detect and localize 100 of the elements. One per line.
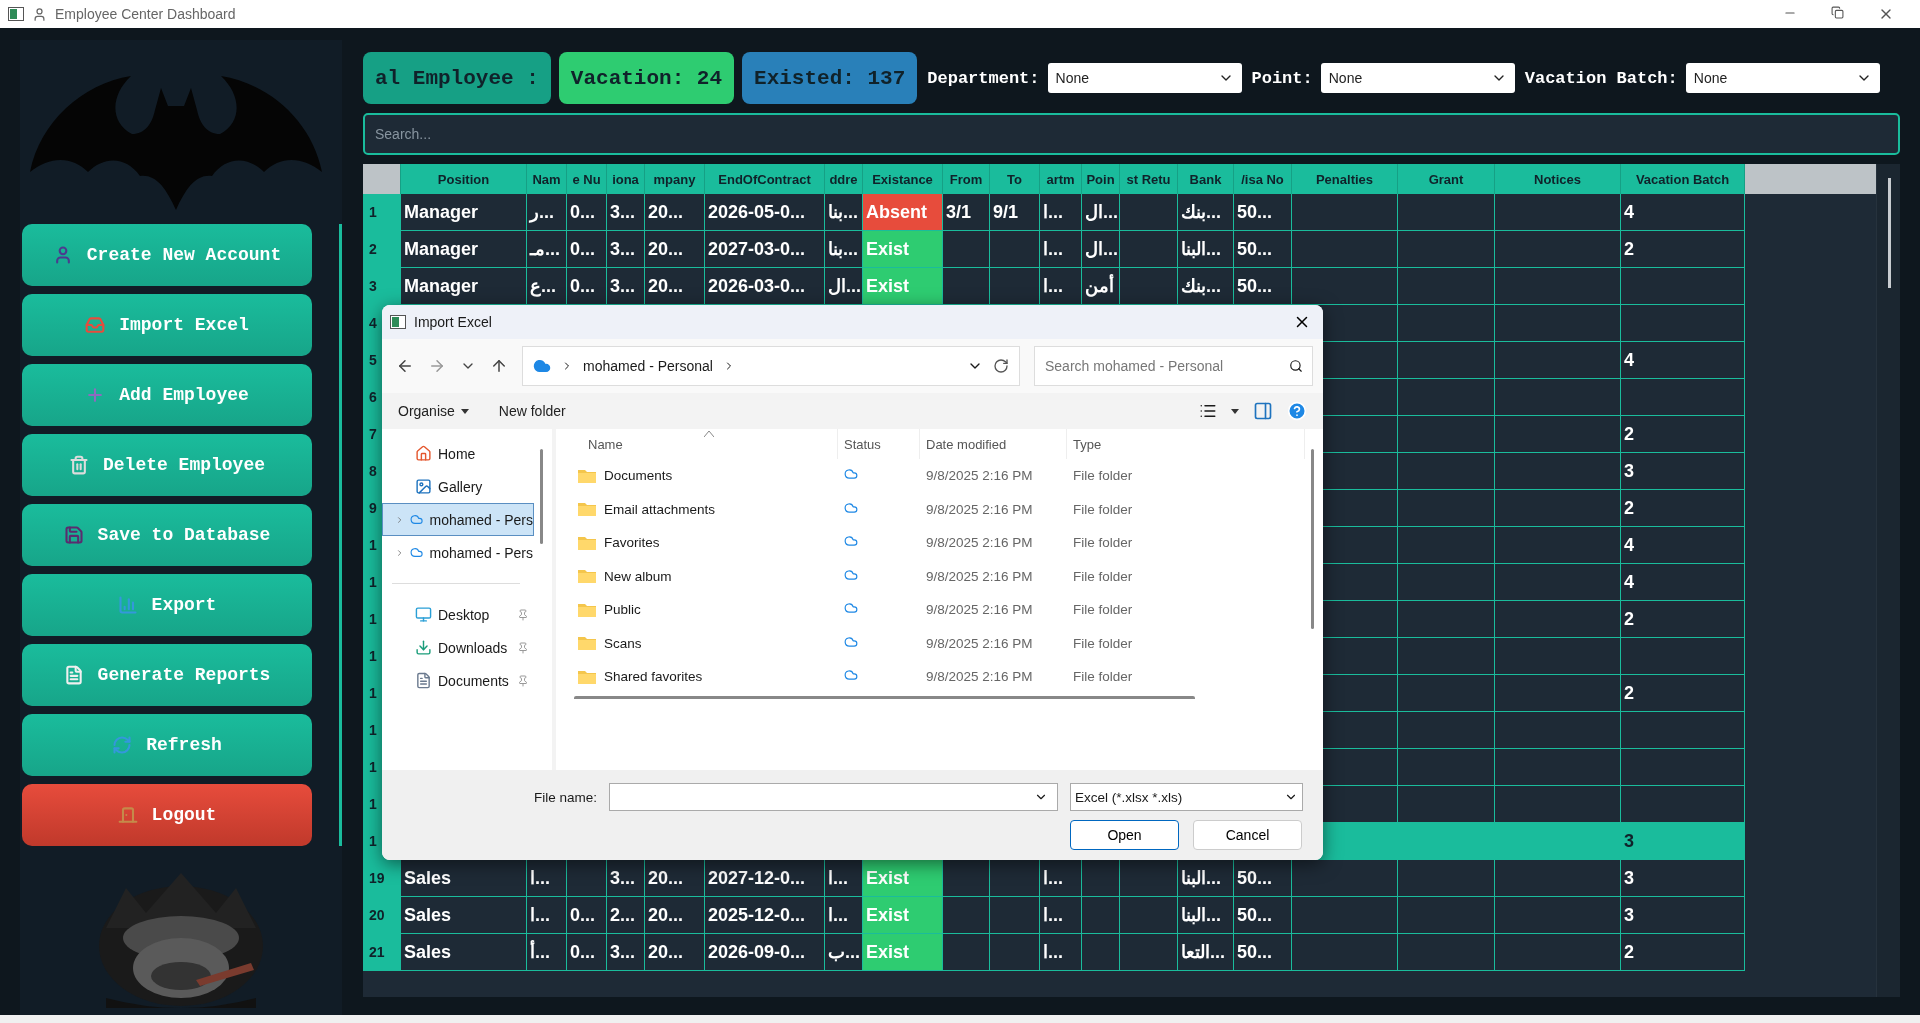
- forward-arrow-icon[interactable]: [428, 357, 446, 375]
- column-header[interactable]: Date modified: [920, 429, 1067, 459]
- search-field[interactable]: Search...: [363, 113, 1900, 155]
- column-header[interactable]: st Retu: [1120, 164, 1178, 194]
- file-row[interactable]: Shared favorites 9/8/2025 2:16 PM File folder: [556, 660, 1305, 694]
- scrollbar[interactable]: [1305, 429, 1323, 770]
- stat-card: al Employee :: [363, 52, 551, 104]
- preview-pane-icon[interactable]: [1253, 401, 1273, 421]
- file-row[interactable]: Public 9/8/2025 2:16 PM File folder: [556, 593, 1305, 627]
- folder-icon: [578, 502, 596, 517]
- table-cell: 2026-09-0...: [705, 934, 825, 971]
- column-header[interactable]: Poin: [1082, 164, 1120, 194]
- gallery-icon: [415, 478, 432, 495]
- breadcrumb-item[interactable]: mohamed - Personal: [583, 358, 713, 374]
- column-header[interactable]: artm: [1040, 164, 1082, 194]
- status-cell: Exist: [863, 860, 943, 897]
- cloud-icon: [533, 357, 551, 375]
- dialog-title: Import Excel: [414, 314, 492, 330]
- new-folder-button[interactable]: New folder: [498, 403, 566, 419]
- table-cell: 0...: [567, 897, 607, 934]
- row-header: 2: [363, 231, 401, 268]
- table-cell: 4: [1621, 342, 1745, 379]
- column-header[interactable]: Position: [401, 164, 527, 194]
- table-cell: 3...: [607, 231, 645, 268]
- scrollbar[interactable]: [1876, 164, 1900, 997]
- table-cell: ا...: [1040, 897, 1082, 934]
- file-row[interactable]: Email attachments 9/8/2025 2:16 PM File folder: [556, 492, 1305, 526]
- column-header[interactable]: Notices: [1495, 164, 1621, 194]
- caret-icon: [460, 408, 469, 414]
- table-cell: Manager: [401, 231, 527, 268]
- column-header[interactable]: Status: [838, 429, 920, 459]
- filter-dropdown[interactable]: None: [1047, 63, 1242, 93]
- table-cell: 50...: [1234, 231, 1292, 268]
- table-cell: 3: [1621, 860, 1745, 897]
- file-row[interactable]: Scans 9/8/2025 2:16 PM File folder: [556, 626, 1305, 660]
- table-cell: البنا...: [1178, 897, 1234, 934]
- row-header: 21: [363, 934, 401, 971]
- table-cell: 0...: [567, 194, 607, 231]
- column-header[interactable]: mpany: [645, 164, 705, 194]
- cancel-button[interactable]: Cancel: [1193, 820, 1302, 850]
- restore-icon[interactable]: [1831, 6, 1844, 19]
- row-header: 1: [363, 194, 401, 231]
- file-row[interactable]: Documents 9/8/2025 2:16 PM File folder: [556, 459, 1305, 493]
- row-header: 19: [363, 860, 401, 897]
- scrollbar[interactable]: [534, 429, 552, 770]
- view-list-icon[interactable]: [1199, 402, 1217, 420]
- filter-dropdown[interactable]: None: [1685, 63, 1880, 93]
- column-header[interactable]: Bank: [1178, 164, 1234, 194]
- table-cell: 2: [1621, 490, 1745, 527]
- table-cell: 0...: [567, 934, 607, 971]
- filter-label: Vacation Batch:: [1524, 68, 1678, 88]
- table-cell: ر...: [527, 194, 567, 231]
- inbox-icon: [85, 315, 106, 335]
- column-header[interactable]: Grant: [1398, 164, 1495, 194]
- filter-dropdown[interactable]: None: [1320, 63, 1515, 93]
- bar-chart-icon: [117, 595, 138, 615]
- column-header[interactable]: From: [943, 164, 990, 194]
- table-cell: 2027-03-0...: [705, 231, 825, 268]
- table-cell: 3: [1621, 453, 1745, 490]
- column-header[interactable]: Vacation Batch: [1621, 164, 1745, 194]
- column-header[interactable]: e Nu: [567, 164, 607, 194]
- column-header[interactable]: Name: [556, 429, 838, 459]
- organise-menu[interactable]: Organise: [398, 403, 469, 419]
- cloud-icon: [844, 634, 858, 649]
- table-cell: 0...: [567, 231, 607, 268]
- column-header[interactable]: EndOfContract: [705, 164, 825, 194]
- caret-icon[interactable]: [1231, 408, 1239, 414]
- logout-button[interactable]: Logout: [22, 784, 312, 846]
- table-cell: التعا...: [1178, 934, 1234, 971]
- row-header: 20: [363, 897, 401, 934]
- column-header[interactable]: Existance: [863, 164, 943, 194]
- column-header[interactable]: iona: [607, 164, 645, 194]
- table-cell: ال...: [1082, 194, 1120, 231]
- column-header[interactable]: ddre: [825, 164, 863, 194]
- table-cell: 2: [1621, 675, 1745, 712]
- file-type-dropdown[interactable]: Excel (*.xlsx *.xls): [1070, 783, 1303, 811]
- table-cell: 3: [1621, 897, 1745, 934]
- table-cell: ال...: [1082, 231, 1120, 268]
- column-header[interactable]: To: [990, 164, 1040, 194]
- file-row[interactable]: Favorites 9/8/2025 2:16 PM File folder: [556, 526, 1305, 560]
- folder-icon: [578, 669, 596, 684]
- status-cell: Exist: [863, 268, 943, 305]
- cloud-icon: [844, 668, 858, 683]
- open-button[interactable]: Open: [1070, 820, 1179, 850]
- file-name-field[interactable]: [609, 783, 1058, 811]
- refresh-icon: [112, 735, 133, 755]
- refresh-icon[interactable]: [993, 358, 1009, 374]
- help-icon[interactable]: [1287, 401, 1307, 421]
- table-cell: ا...: [1040, 934, 1082, 971]
- filter-label: Point:: [1251, 68, 1313, 88]
- nav-item[interactable]: mohamed - Pers: [382, 503, 534, 536]
- column-header[interactable]: /isa No: [1234, 164, 1292, 194]
- file-row[interactable]: New album 9/8/2025 2:16 PM File folder: [556, 559, 1305, 593]
- table-cell: 50...: [1234, 934, 1292, 971]
- table-cell: 3...: [607, 934, 645, 971]
- stat-card: Vacation: 24: [558, 52, 735, 104]
- status-cell: Exist: [863, 231, 943, 268]
- column-header[interactable]: Penalties: [1292, 164, 1398, 194]
- column-header[interactable]: Nam: [527, 164, 567, 194]
- address-bar[interactable]: mohamed - Personal: [522, 346, 1020, 386]
